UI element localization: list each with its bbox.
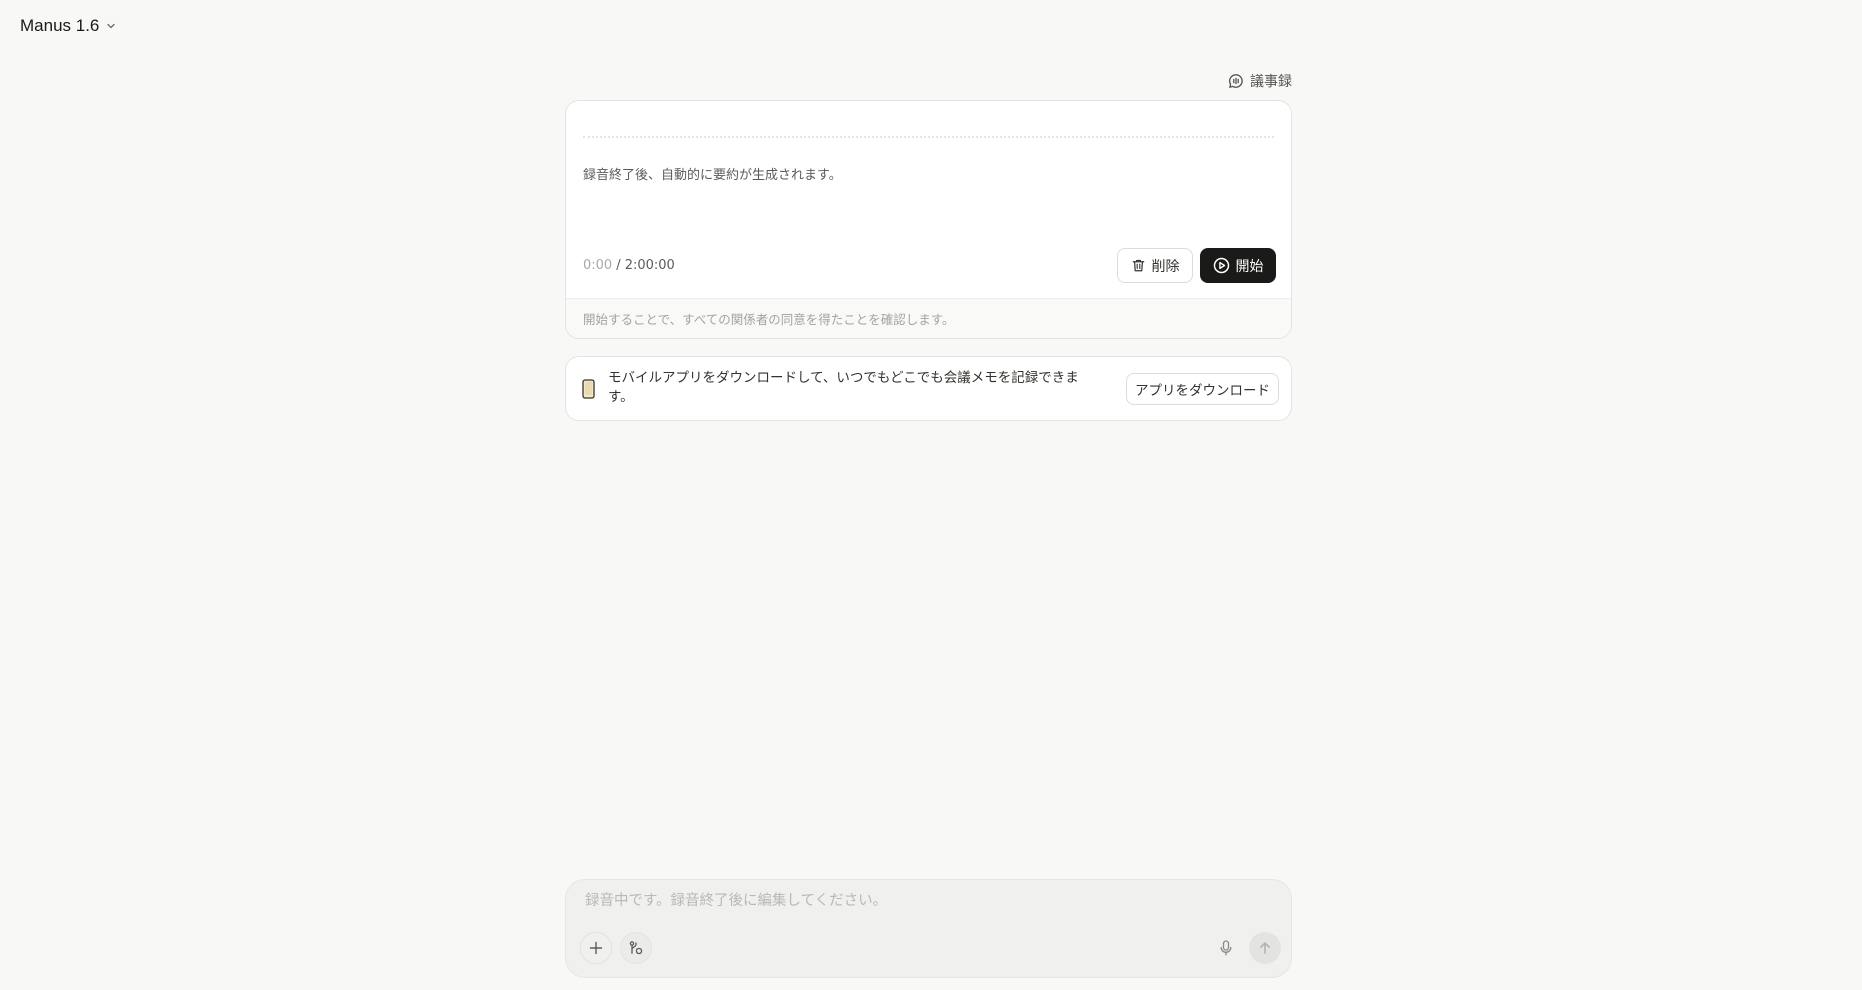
download-app-button[interactable]: アプリをダウンロード xyxy=(1126,373,1279,405)
play-circle-icon xyxy=(1213,257,1230,274)
chat-composer xyxy=(565,879,1292,978)
start-button[interactable]: 開始 xyxy=(1200,248,1276,283)
phone-icon xyxy=(582,379,595,399)
app-banner-text: モバイルアプリをダウンロードして、いつでもどこでも会議メモを記録できます。 xyxy=(608,370,1079,405)
consent-notice: 開始することで、すべての関係者の同意を得たことを確認します。 xyxy=(566,298,1291,338)
meeting-minutes-label: 議事録 xyxy=(1250,74,1292,90)
recording-timer: 0:00 / 2:00:00 xyxy=(583,258,675,273)
meeting-minutes-link[interactable]: 議事録 xyxy=(1228,71,1292,91)
waveform xyxy=(583,136,1274,138)
chevron-down-icon xyxy=(105,20,117,32)
microphone-button[interactable] xyxy=(1210,932,1242,964)
meeting-bubble-icon xyxy=(1228,73,1244,89)
timer-current: 0:00 xyxy=(583,258,613,273)
plus-icon xyxy=(589,941,603,955)
add-button[interactable] xyxy=(580,932,612,964)
connectors-button[interactable] xyxy=(620,932,652,964)
message-input[interactable] xyxy=(583,892,1277,910)
trash-icon xyxy=(1131,258,1146,273)
timer-total: / 2:00:00 xyxy=(616,258,675,273)
model-switcher[interactable]: Manus 1.6 xyxy=(20,14,117,38)
recording-card: 録音終了後、自動的に要約が生成されます。 0:00 / 2:00:00 削除 開… xyxy=(565,100,1292,339)
recording-note: 録音終了後、自動的に要約が生成されます。 xyxy=(583,168,842,183)
send-button[interactable] xyxy=(1249,932,1281,964)
arrow-up-icon xyxy=(1258,941,1272,955)
app-download-banner: モバイルアプリをダウンロードして、いつでもどこでも会議メモを記録できます。 アプ… xyxy=(565,356,1292,421)
start-label: 開始 xyxy=(1235,258,1264,275)
delete-label: 削除 xyxy=(1151,258,1180,275)
connector-icon xyxy=(628,940,644,956)
microphone-icon xyxy=(1219,940,1233,956)
delete-button[interactable]: 削除 xyxy=(1117,248,1193,283)
model-name: Manus 1.6 xyxy=(20,16,100,35)
